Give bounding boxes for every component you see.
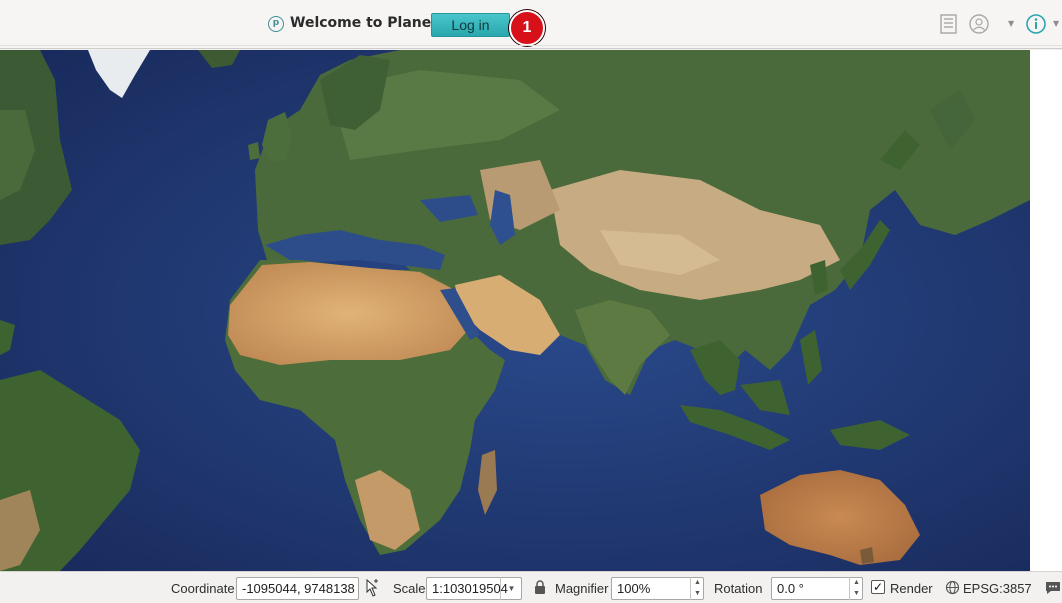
layer-list-icon[interactable] <box>938 13 960 35</box>
toolbar-divider <box>0 45 1062 46</box>
globe-icon[interactable] <box>945 580 960 595</box>
scale-label: Scale <box>393 581 426 596</box>
coordinate-label: Coordinate <box>171 581 235 596</box>
rotation-label: Rotation <box>714 581 763 596</box>
render-label: Render <box>890 581 933 596</box>
user-circle-icon[interactable] <box>968 13 990 35</box>
map-right-gutter <box>1030 50 1062 571</box>
magnifier-spinner[interactable]: ▲ ▼ <box>690 577 704 600</box>
magnifier-label: Magnifier <box>555 581 609 596</box>
mouse-pointer-icon[interactable] <box>363 578 381 598</box>
info-icon[interactable] <box>1025 13 1047 35</box>
render-checkbox[interactable]: ✓ <box>871 580 885 594</box>
user-menu-arrow-icon[interactable]: ▼ <box>1008 19 1014 28</box>
coordinate-field[interactable]: -1095044, 9748138 <box>236 577 359 600</box>
planet-logo-icon: p <box>268 16 284 32</box>
status-bar: Coordinate -1095044, 9748138 Scale 1:103… <box>0 571 1062 603</box>
welcome-title: Welcome to Planet <box>290 15 438 31</box>
crs-label[interactable]: EPSG:3857 <box>963 581 1032 596</box>
satellite-basemap <box>0 50 1030 571</box>
messages-icon[interactable] <box>1044 579 1062 597</box>
rotation-spinner[interactable]: ▲ ▼ <box>849 577 863 600</box>
planet-toolbar: p Welcome to Planet Log in 1 ▼ ▼ <box>0 0 1062 49</box>
info-menu-arrow-icon[interactable]: ▼ <box>1053 19 1059 28</box>
step-badge: 1 <box>509 10 545 46</box>
lock-icon[interactable] <box>534 580 546 595</box>
login-button[interactable]: Log in <box>431 13 510 37</box>
scale-dropdown-arrow-icon[interactable]: ▼ <box>500 577 522 600</box>
map-canvas[interactable] <box>0 50 1030 571</box>
